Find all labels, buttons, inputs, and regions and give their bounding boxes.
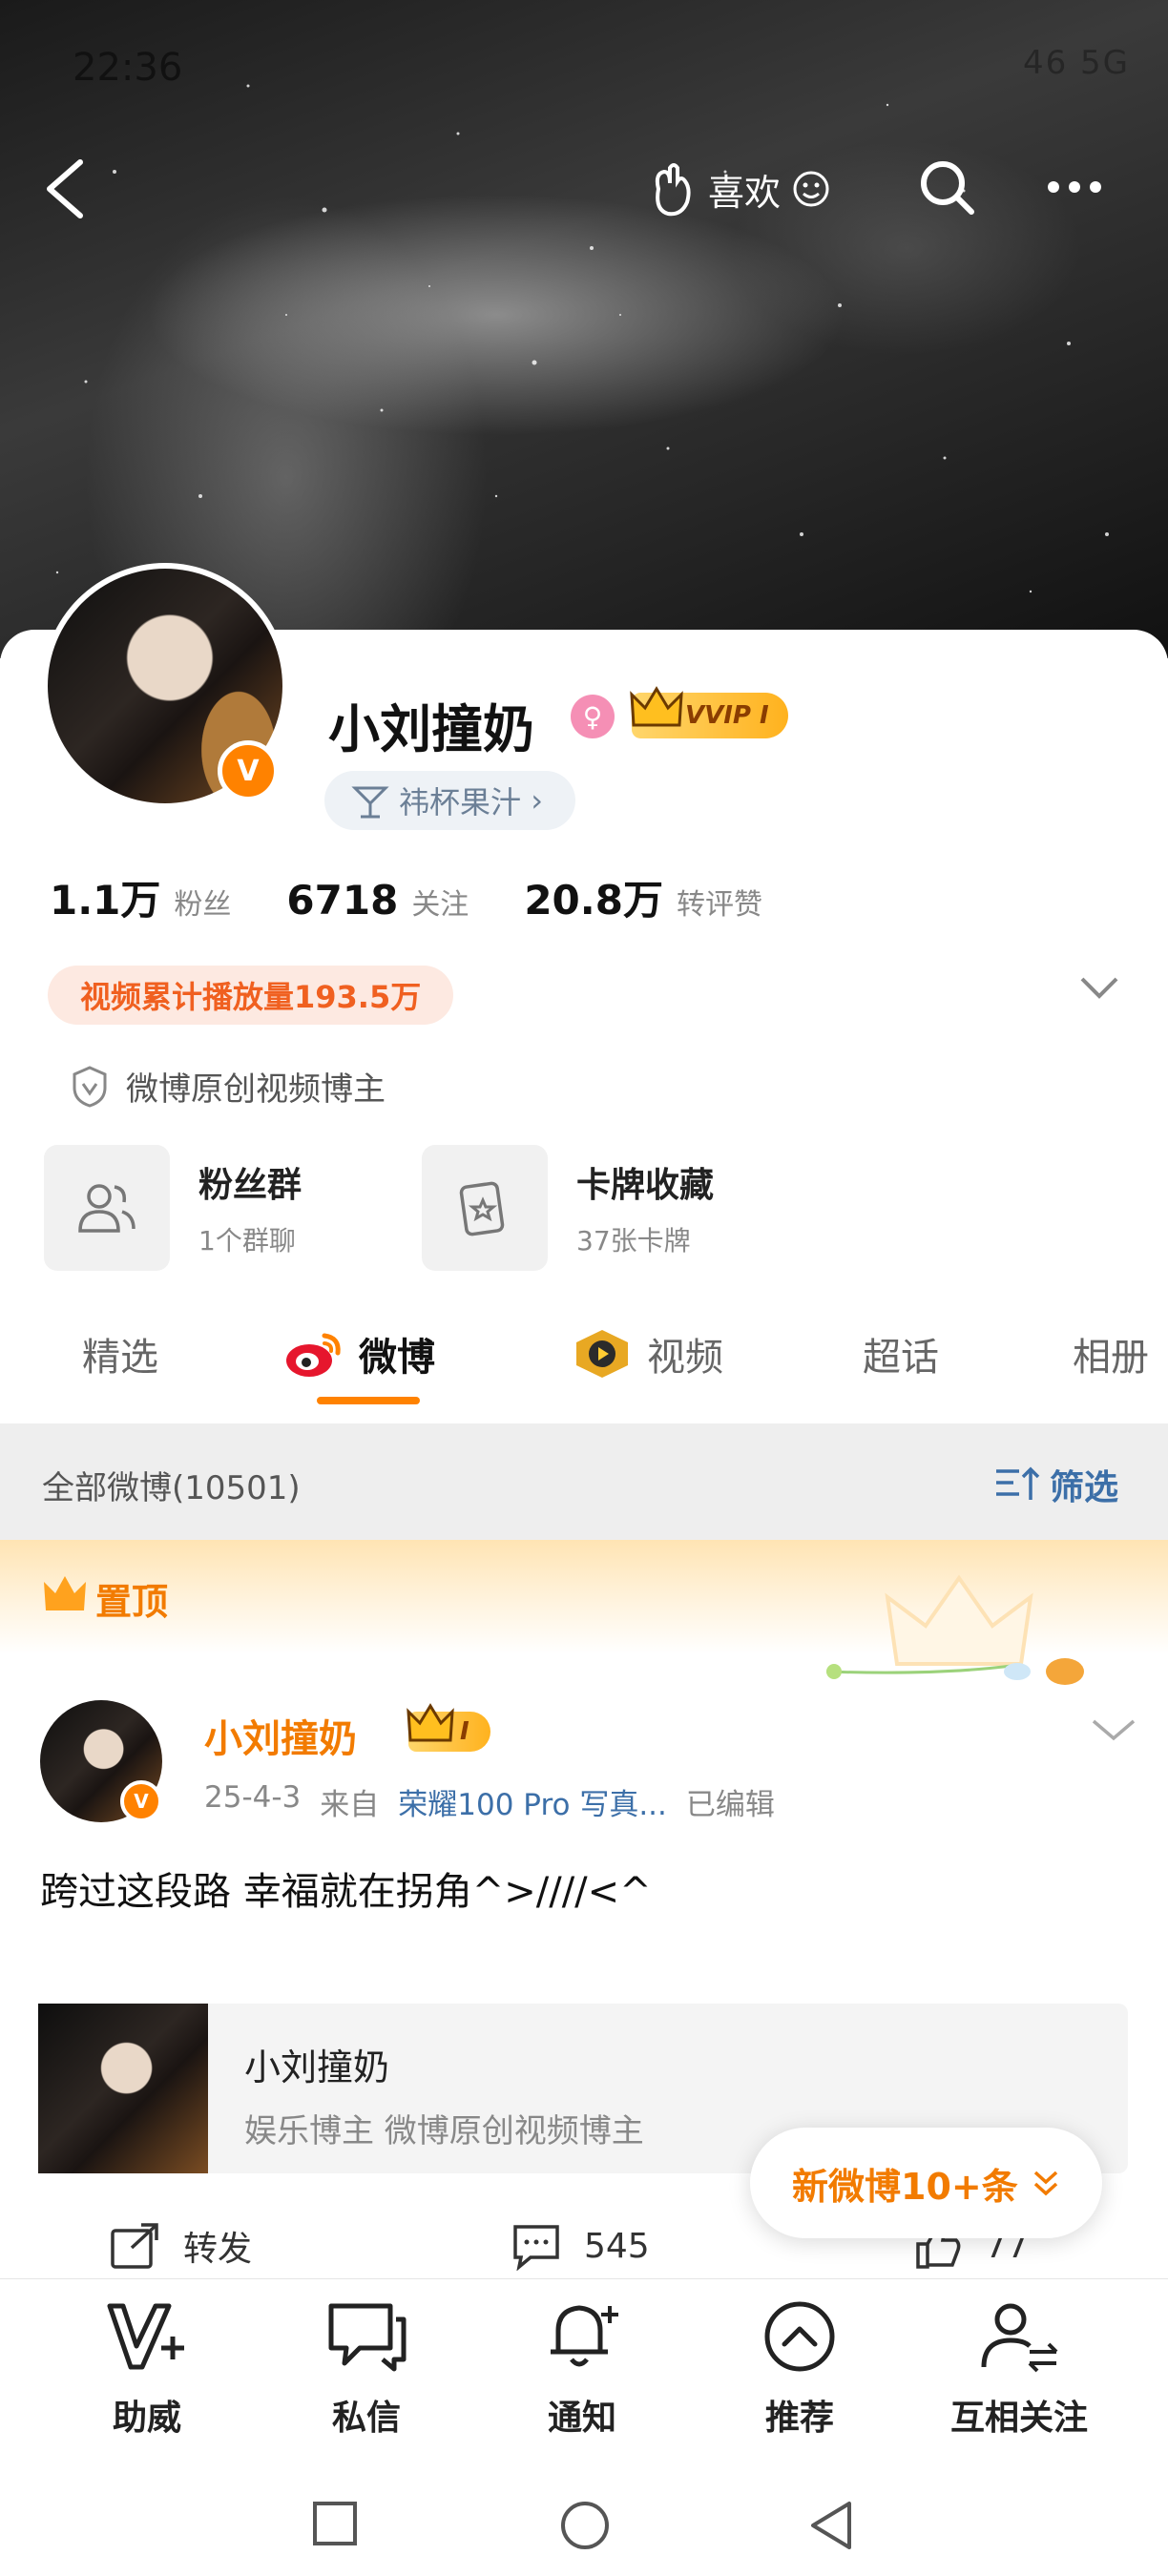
original-creator-label: 微博原创视频博主 [126,1070,386,1109]
filter-button[interactable]: 筛选 [994,1460,1118,1509]
fan-group-tile[interactable]: 粉丝群 1个群聊 [44,1145,302,1271]
post-meta: 25-4-3 来自 荣耀100 Pro 写真... 已编辑 [204,1780,775,1823]
chevron-left-icon [47,159,83,218]
nav-mutual-follow[interactable]: 互相关注 [933,2298,1105,2440]
post-verified-badge-icon: V [120,1780,162,1822]
active-tab-indicator [317,1397,420,1404]
fan-group-icon-box [44,1145,170,1271]
profile-avatar[interactable]: V [42,563,288,809]
nav-recommend[interactable]: 推荐 [714,2298,886,2440]
recent-apps-square-icon[interactable] [311,2500,359,2547]
stat-fans[interactable]: 1.1万 粉丝 [50,868,231,926]
tab-album[interactable]: 相册 [1073,1326,1149,1381]
filter-sort-icon [996,1466,1040,1500]
stat-following[interactable]: 6718 关注 [286,877,469,924]
vip-crown-icon [630,686,683,727]
search-button[interactable] [916,156,977,218]
tab-weibo[interactable]: 微博 [282,1326,435,1381]
fan-group-title: 粉丝群 [198,1166,302,1205]
tag-label: 祎杯果汁 [399,784,522,821]
status-bar: 22:36 46 5G [0,0,1168,134]
back-button[interactable] [38,153,92,225]
system-nav-bar [0,2471,1168,2576]
nav-messages[interactable]: 私信 [281,2298,452,2440]
tab-super-topic[interactable]: 超话 [863,1326,939,1381]
shield-icon [73,1065,107,1108]
nav-notifications[interactable]: 通知 [496,2298,668,2440]
cocktail-icon [351,786,389,819]
female-gender-icon: ♀ [571,695,615,738]
double-chevron-down-icon [1033,2171,1057,2196]
comment-icon [513,2225,559,2271]
post-text: 跨过这段路 幸福就在拐角^>////<^ [40,1870,652,1914]
post-source[interactable]: 荣耀100 Pro 写真... [398,1780,667,1823]
home-circle-icon[interactable] [559,2500,611,2551]
post-edited-label: 已编辑 [685,1788,775,1822]
video-plays-pill[interactable]: 视频累计播放量193.5万 [48,966,454,1025]
repost-button[interactable]: 转发 [109,2221,252,2271]
all-posts-count: 全部微博(10501) [42,1469,301,1507]
post-date: 25-4-3 [204,1780,302,1815]
profile-name: 小刘撞奶 [328,699,534,759]
repost-icon [111,2223,158,2269]
post-author-avatar[interactable]: V [40,1700,162,1822]
pinned-label: 置顶 [95,1581,169,1623]
comment-button[interactable]: 545 [510,2221,650,2271]
tab-video[interactable]: 视频 [571,1326,723,1381]
vip-label: VVIP I [685,701,769,730]
fan-group-sub: 1个群聊 [198,1225,296,1257]
post-from-label: 来自 [320,1788,380,1822]
message-bubble-icon [328,2303,407,2372]
crown-decoration-icon [825,1574,1084,1685]
arrow-up-circle-icon [764,2301,835,2372]
profile-stats: 1.1万 粉丝 6718 关注 20.8万 转评赞 [50,868,818,926]
bell-plus-icon [551,2305,618,2367]
new-posts-button[interactable]: 新微博10+条 [750,2128,1102,2238]
more-button[interactable] [1044,170,1105,204]
weibo-logo-icon [286,1333,341,1377]
nav-cheer[interactable]: 助威 [61,2298,233,2440]
like-hand-icon [655,163,691,217]
status-time: 22:36 [73,46,183,90]
card-collection-title: 卡牌收藏 [576,1166,715,1205]
card-collection-tile[interactable]: 卡牌收藏 37张卡牌 [422,1145,714,1271]
card-collection-icon-box [422,1145,548,1271]
bottom-nav: 助威 私信 通知 推荐 互相关注 [0,2278,1168,2470]
emoji-icon [793,171,829,207]
link-card-desc: 娱乐博主 微博原创视频博主 [244,2112,644,2150]
like-button[interactable]: 喜欢 [645,158,832,219]
card-star-icon [459,1181,505,1236]
search-icon [921,161,974,215]
like-label: 喜欢 [708,171,782,214]
card-collection-sub: 37张卡牌 [576,1225,691,1257]
cover-image: 22:36 46 5G 喜欢 [0,0,1168,658]
crown-icon [44,1576,86,1610]
original-creator-row: 微博原创视频博主 [71,1063,386,1110]
cheer-v-plus-icon [107,2303,184,2370]
post-vip-crown-icon [407,1703,454,1742]
post-author-name[interactable]: 小刘撞奶 [204,1708,357,1763]
profile-tabs: 精选 微博 视频 超话 相册 [0,1313,1168,1408]
more-dots-icon [1048,181,1101,193]
back-triangle-icon[interactable] [807,2500,855,2551]
people-icon [78,1184,136,1233]
tab-featured[interactable]: 精选 [82,1326,158,1381]
new-posts-label: 新微博10+条 [792,2165,1018,2208]
video-medal-icon [576,1330,628,1378]
link-card-thumbnail [38,2004,208,2173]
stat-interactions[interactable]: 20.8万 转评赞 [524,868,762,926]
status-indicators: 46 5G [1022,44,1130,82]
post-menu-chevron-icon[interactable] [1090,1715,1137,1744]
link-card-title: 小刘撞奶 [244,2046,390,2088]
chevron-down-icon[interactable] [1076,973,1122,1002]
mutual-follow-icon [981,2303,1058,2373]
verified-badge-icon: V [218,740,279,801]
tag-chevron: › [531,782,543,819]
